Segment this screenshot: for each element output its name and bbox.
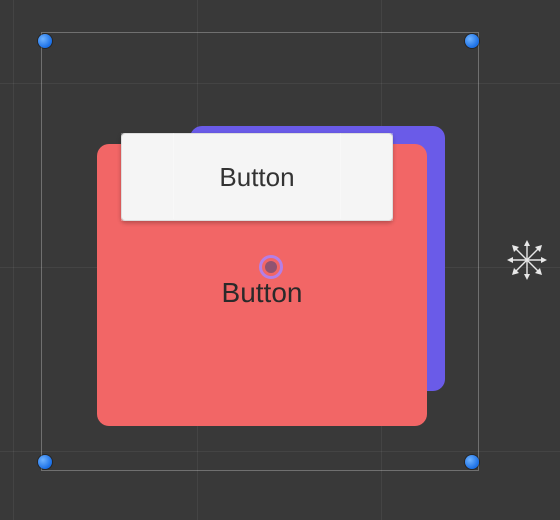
move-gizmo-icon[interactable] — [507, 240, 547, 280]
anchor-guides — [0, 0, 560, 520]
scene-canvas[interactable]: Button Button — [0, 0, 560, 520]
